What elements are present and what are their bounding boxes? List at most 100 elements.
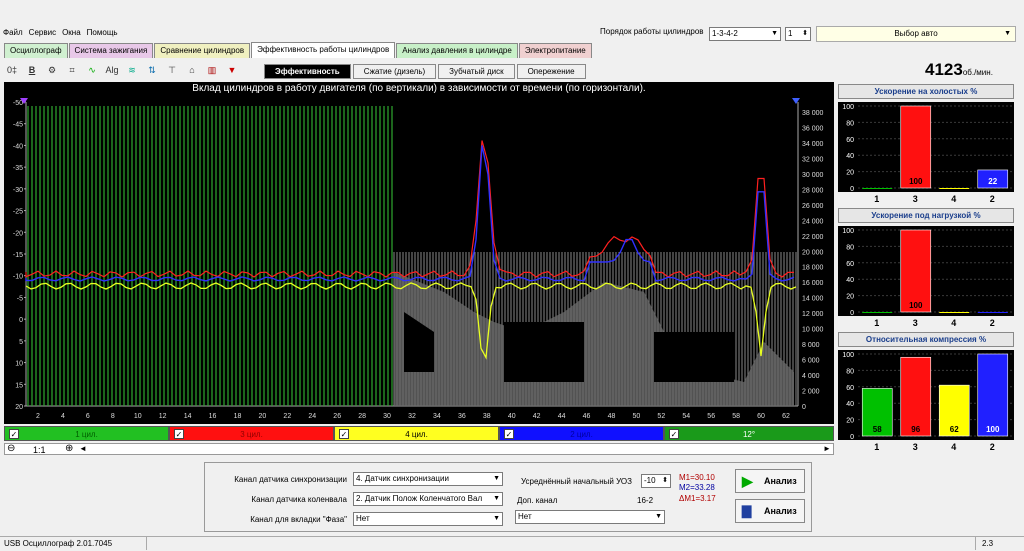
x-tick: 62 xyxy=(782,413,790,420)
right-tick: 0 xyxy=(802,404,806,411)
dop-select[interactable]: Нет ▼ xyxy=(515,510,665,524)
analyze-hist-button[interactable]: ▇ Анализ xyxy=(735,499,805,523)
bar-x-label: 2 xyxy=(989,194,995,204)
checkbox-icon[interactable]: ✓ xyxy=(9,429,19,439)
menu-help[interactable]: Помощь xyxy=(84,26,121,37)
cylinder-toggle-3[interactable]: ✓ 2 цил. xyxy=(499,426,664,441)
cylinder-order-label: Порядок работы цилиндров xyxy=(600,27,704,36)
x-tick: 22 xyxy=(283,413,291,420)
tab-main-3[interactable]: Эффективность работы цилиндров xyxy=(251,42,396,58)
settings-panel: Канал датчика синхронизации 4. Датчик си… xyxy=(204,462,812,532)
spin-icon: ⬍ xyxy=(802,30,808,37)
right-tick: 12 000 xyxy=(802,311,824,318)
filter-icon[interactable]: ▼ xyxy=(224,62,240,78)
bar-x-label: 3 xyxy=(912,442,918,452)
bar-x-label: 1 xyxy=(874,194,880,204)
tab-main-4[interactable]: Анализ давления в цилиндре xyxy=(396,43,518,58)
tab-main-2[interactable]: Сравнение цилиндров xyxy=(154,43,251,58)
wave-icon[interactable]: ∿ xyxy=(84,62,100,78)
sync-label: Канал датчика синхронизации xyxy=(234,475,347,484)
dop-code: 16-2 xyxy=(637,496,654,505)
bar-value-label: 100 xyxy=(909,301,923,310)
scroll-left-icon[interactable]: ◄ xyxy=(79,444,87,453)
sync-select[interactable]: 4. Датчик синхронизации ▼ xyxy=(353,472,503,486)
left-tick: 15 xyxy=(15,382,23,389)
chart-icon[interactable]: ▥ xyxy=(204,62,220,78)
checkbox-icon[interactable]: ✓ xyxy=(669,429,679,439)
main-chart[interactable]: -50 -45 -40 -35 -30 -25 -20 -15 -10 -5 0 5 10 15 20 38 … xyxy=(4,82,834,424)
chevron-down-icon: ▼ xyxy=(1004,30,1011,37)
sort-icon[interactable]: ⇅ xyxy=(144,62,160,78)
left-tick: -45 xyxy=(13,122,23,129)
checkbox-icon[interactable]: ✓ xyxy=(174,429,184,439)
x-tick: 36 xyxy=(458,413,466,420)
x-tick: 30 xyxy=(383,413,391,420)
bar-chart-tick: 40 xyxy=(846,277,854,284)
rpm-value: 4123 xyxy=(925,60,963,79)
uoz-stepper[interactable]: -10 ⬍ xyxy=(641,474,671,488)
bar-x-label: 3 xyxy=(912,194,918,204)
bar-value-label: 96 xyxy=(911,425,920,434)
tab-compression[interactable]: Сжатие (дизель) xyxy=(352,64,437,79)
checkbox-icon[interactable]: ✓ xyxy=(504,429,514,439)
bar-x-label: 4 xyxy=(951,442,957,452)
tree-icon[interactable]: ≋ xyxy=(124,62,140,78)
left-tick: 0 xyxy=(19,317,23,324)
menu-windows[interactable]: Окна xyxy=(59,26,84,37)
bar-x-label: 2 xyxy=(989,442,995,452)
x-tick: 26 xyxy=(333,413,341,420)
bold-b-icon[interactable]: B xyxy=(24,62,40,78)
checkbox-icon[interactable]: ✓ xyxy=(339,429,349,439)
bar-chart-tick: 100 xyxy=(842,104,854,111)
bar-chart-1: 100 80 60 40 20 0 100 xyxy=(838,226,1014,317)
right-tick: 6 000 xyxy=(802,358,820,365)
tab-efficiency[interactable]: Эффективность xyxy=(264,64,351,79)
zoom-out-icon[interactable]: ⊖ xyxy=(7,443,15,454)
marker-icon[interactable]: ⊤ xyxy=(164,62,180,78)
menu-file[interactable]: Файл xyxy=(0,26,26,37)
analyze-button[interactable]: ▶ Анализ xyxy=(735,469,805,493)
zoom-in-icon[interactable]: ⊕ xyxy=(65,443,73,454)
cylinder-label: 2 цил. xyxy=(570,430,593,439)
cylinder-order-stepper[interactable]: 1 ⬍ xyxy=(785,27,811,41)
cylinder-toggle-0[interactable]: ✓ 1 цил. xyxy=(4,426,169,441)
phase-select[interactable]: Нет ▼ xyxy=(353,512,503,526)
sub-tabs: Эффективность Сжатие (дизель) Зубчатый дис… xyxy=(264,64,588,79)
menu-service[interactable]: Сервис xyxy=(26,26,59,37)
tab-main-0[interactable]: Осциллограф xyxy=(4,43,68,58)
tab-main-5[interactable]: Электропитание xyxy=(518,43,592,58)
cylinder-toggle-4[interactable]: ✓ 12° xyxy=(664,426,834,441)
tab-main-1[interactable]: Система зажигания xyxy=(68,43,154,58)
right-tick: 38 000 xyxy=(802,110,824,117)
right-tick: 30 000 xyxy=(802,172,824,179)
bar-2 xyxy=(977,312,1008,313)
bar-value-label: 22 xyxy=(988,177,997,186)
x-tick: 34 xyxy=(433,413,441,420)
bar-chart-2: 100 80 60 40 20 0 58 96 62 100 xyxy=(838,350,1014,441)
scroll-right-icon[interactable]: ► xyxy=(823,444,831,453)
measure-icon[interactable]: ⌗ xyxy=(64,62,80,78)
tab-advance[interactable]: Опережение xyxy=(516,64,586,79)
algorithm-icon[interactable]: Alg xyxy=(104,62,120,78)
bar-x-label: 4 xyxy=(951,194,957,204)
counter-icon[interactable]: ⌂ xyxy=(184,62,200,78)
x-tick: 48 xyxy=(608,413,616,420)
bar-chart-tick: 80 xyxy=(846,368,854,375)
left-tick: -10 xyxy=(13,274,23,281)
bpm-icon[interactable]: ⚙ xyxy=(44,62,60,78)
main-chart-svg: -50-45-40-35-30-25-20-15-10-50510152038 … xyxy=(13,98,824,420)
cylinder-order-select[interactable]: 1-3-4-2 ▼ xyxy=(709,27,781,41)
cursor-icon[interactable]: 0‡ xyxy=(4,62,20,78)
tab-gear-disk[interactable]: Зубчатый диск xyxy=(438,64,515,79)
status-middle xyxy=(146,537,976,550)
bar-3 xyxy=(900,229,932,313)
bar-x-label: 2 xyxy=(989,318,995,328)
toolbar: 0‡ B ⚙ ⌗ ∿ Alg ≋ ⇅ ⊤ ⌂ ▥ ▼ xyxy=(4,62,244,82)
bar-chart-tick: 0 xyxy=(850,186,854,192)
zoom-scroll-row: ⊖ 1:1 ⊕ ◄ ► xyxy=(4,443,834,455)
car-select[interactable]: Выбор авто ▼ xyxy=(816,26,1016,42)
crank-select[interactable]: 2. Датчик Полож Коленчатого Вал ▼ xyxy=(353,492,503,506)
bar-chart-tick: 80 xyxy=(846,244,854,251)
cylinder-toggle-1[interactable]: ✓ 3 цил. xyxy=(169,426,334,441)
cylinder-toggle-2[interactable]: ✓ 4 цил. xyxy=(334,426,499,441)
